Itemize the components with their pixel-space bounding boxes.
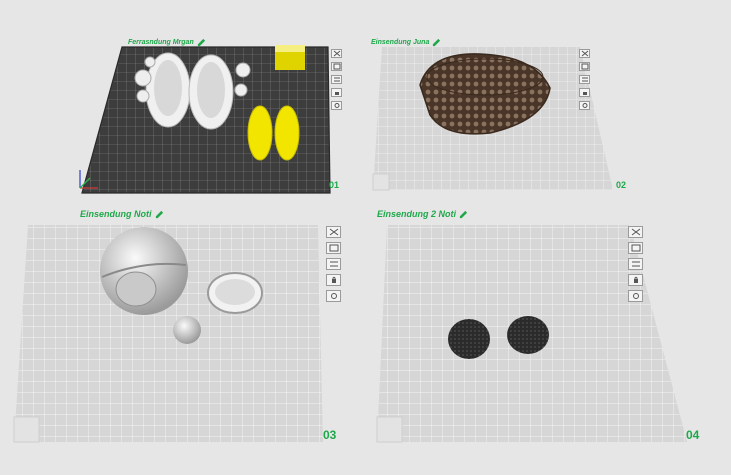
arrange-icon	[333, 63, 340, 70]
arrange-button[interactable]	[628, 242, 643, 254]
close-icon	[631, 228, 640, 236]
plate-1-models[interactable]	[0, 0, 360, 205]
plate-2-panel[interactable]: Einsendung Juna 02	[360, 0, 731, 205]
lock-icon	[633, 276, 638, 283]
orient-icon	[581, 77, 588, 82]
arrange-button[interactable]	[326, 242, 341, 254]
orient-icon	[329, 261, 338, 267]
plate-2-toolbar	[579, 49, 590, 110]
plate-3-models[interactable]	[0, 205, 365, 475]
close-icon	[333, 50, 340, 57]
settings-icon	[582, 103, 587, 108]
close-icon	[329, 228, 338, 236]
lock-icon	[334, 92, 339, 95]
lock-button[interactable]	[579, 88, 590, 97]
settings-button[interactable]	[628, 290, 643, 302]
plate-3-toolbar	[326, 226, 341, 302]
orient-icon	[333, 77, 340, 82]
close-button[interactable]	[326, 226, 341, 238]
plate-4-number: 04	[686, 428, 700, 442]
basket-model[interactable]	[360, 0, 731, 205]
arrange-icon	[581, 63, 588, 70]
plate-1-panel[interactable]: Ferrasndung Mrgan 01	[0, 0, 360, 205]
plate-4-panel[interactable]: Einsendung 2 Noti 04	[365, 205, 731, 475]
close-button[interactable]	[579, 49, 590, 58]
plate-3-number: 03	[323, 428, 337, 442]
plate-2-number: 02	[616, 180, 627, 190]
lock-button[interactable]	[331, 88, 342, 97]
orient-button[interactable]	[326, 258, 341, 270]
plate-4-toolbar	[628, 226, 643, 302]
settings-button[interactable]	[331, 101, 342, 110]
lock-icon	[582, 92, 587, 95]
settings-button[interactable]	[579, 101, 590, 110]
orient-icon	[631, 261, 640, 267]
lock-button[interactable]	[628, 274, 643, 286]
orient-button[interactable]	[331, 75, 342, 84]
plate-1-number: 01	[329, 180, 340, 190]
settings-icon	[334, 103, 339, 108]
close-button[interactable]	[628, 226, 643, 238]
plate-4-models[interactable]	[365, 205, 731, 475]
settings-button[interactable]	[326, 290, 341, 302]
arrange-icon	[631, 244, 640, 252]
lock-icon	[331, 276, 336, 283]
arrange-button[interactable]	[579, 62, 590, 71]
plate-3-panel[interactable]: Einsendung Noti 03	[0, 205, 365, 475]
lock-button[interactable]	[326, 274, 341, 286]
orient-button[interactable]	[579, 75, 590, 84]
orient-button[interactable]	[628, 258, 643, 270]
arrange-icon	[329, 244, 338, 252]
settings-icon	[632, 293, 639, 299]
settings-icon	[330, 293, 337, 299]
close-button[interactable]	[331, 49, 342, 58]
close-icon	[581, 50, 588, 57]
plate-1-toolbar	[331, 49, 342, 110]
arrange-button[interactable]	[331, 62, 342, 71]
